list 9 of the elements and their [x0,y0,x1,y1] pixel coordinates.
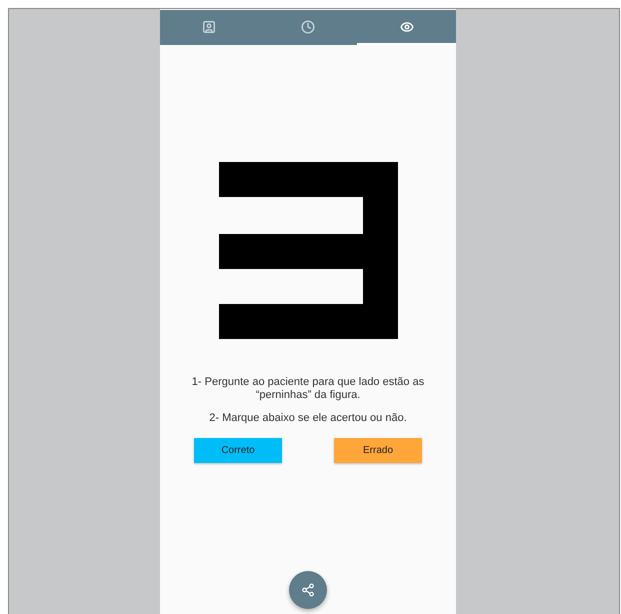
contact-icon [202,20,216,34]
instruction-text: 1- Pergunte ao paciente para que lado estão as “perninhas” da figura. [190,376,426,402]
instruction-text: 2- Marque abaixo se ele acertou ou não. [208,412,408,425]
eye-icon [400,20,414,34]
correct-button[interactable]: Correto [194,438,282,463]
share-icon [301,583,315,597]
share-button[interactable] [289,571,327,609]
wrong-button[interactable]: Errado [334,438,422,463]
clock-icon [301,20,315,34]
